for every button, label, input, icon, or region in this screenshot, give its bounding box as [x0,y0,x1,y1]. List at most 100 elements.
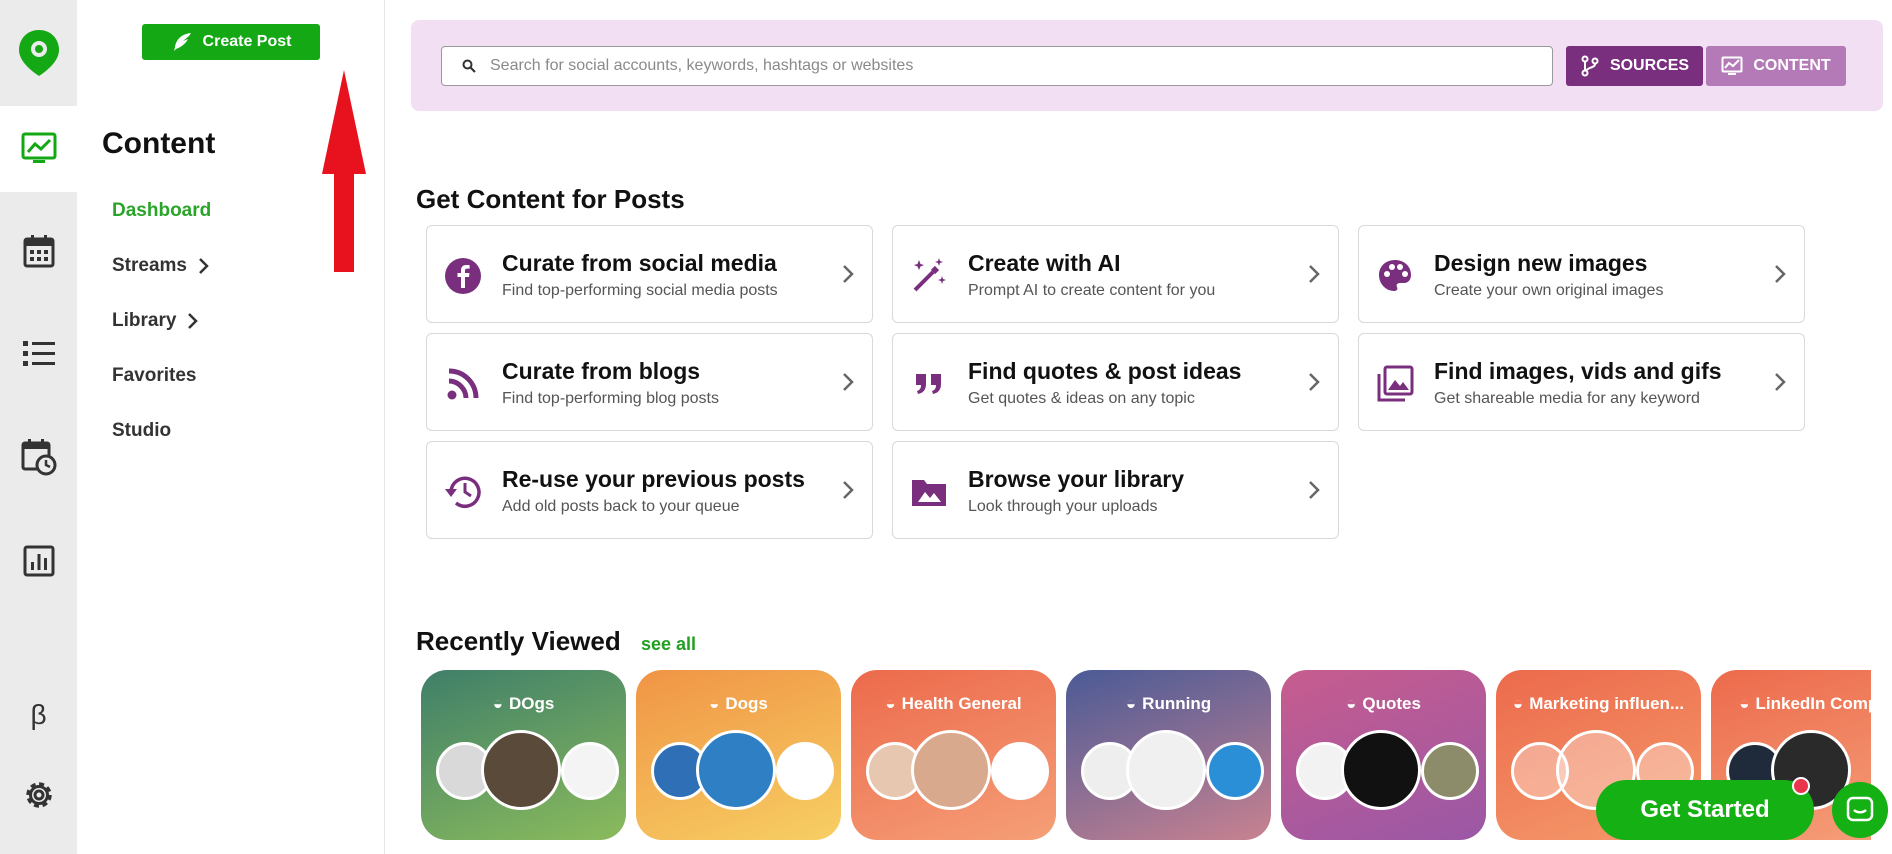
list-icon [22,341,55,366]
card-curate-blogs[interactable]: Curate from blogs Find top-performing bl… [426,333,873,431]
tile-label: Dogs [725,694,768,713]
card-title: Curate from blogs [502,358,701,384]
nav-item-studio[interactable]: Studio [112,420,171,442]
stream-icon: ◒ [1125,694,1137,713]
chevron-right-icon [843,373,854,391]
stream-icon: ◒ [709,694,720,713]
rail-analytics[interactable] [0,518,77,604]
history-icon [443,472,483,512]
avatar [911,730,991,810]
search-box[interactable] [441,46,1553,86]
branch-icon [1581,55,1599,77]
card-subtitle: Find top-performing social media posts [502,282,778,299]
get-started-button[interactable]: Get Started [1596,780,1814,840]
avatar [776,742,834,800]
rail-content[interactable] [0,106,77,192]
gear-icon [25,782,52,808]
recent-tile[interactable]: ◒ Health General [851,670,1056,840]
avatar [991,742,1049,800]
calendar-icon [23,235,54,268]
search-icon [462,59,476,73]
tile-label: DOgs [508,694,555,713]
recent-tile[interactable]: ◒ DOgs [421,670,626,840]
chevron-right-icon [1309,265,1320,283]
stream-icon: ◒ [1346,694,1357,713]
avatar [1206,742,1264,800]
rail-list[interactable] [0,311,77,397]
chevron-right-icon [1775,373,1786,391]
chevron-right-icon [1309,373,1320,391]
palette-icon [1375,256,1415,296]
card-browse-library[interactable]: Browse your library Look through your up… [892,441,1339,539]
card-subtitle: Find top-performing blog posts [502,390,719,407]
rail-calendar[interactable] [0,208,77,294]
chat-icon [1846,796,1874,822]
red-arrow-annotation [322,70,366,272]
facebook-icon [443,256,483,296]
avatar [1341,730,1421,810]
card-subtitle: Get quotes & ideas on any topic [968,390,1195,407]
rail-settings[interactable] [0,752,77,838]
chat-button[interactable] [1832,782,1888,838]
avatar [481,730,561,810]
images-icon [1375,364,1415,404]
card-title: Find quotes & post ideas [968,358,1242,384]
card-title: Design new images [1434,250,1648,276]
sources-button[interactable]: SOURCES [1566,46,1703,86]
card-title: Curate from social media [502,250,777,276]
card-title: Create with AI [968,250,1121,276]
tile-label: Marketing influen... [1529,694,1685,713]
rss-icon [443,364,483,404]
avatar [1126,730,1206,810]
get-content-heading: Get Content for Posts [416,184,685,214]
chevron-right-icon [1309,481,1320,499]
stream-icon: ◒ [885,694,896,713]
bar-chart-icon [23,545,54,577]
tile-label: LinkedIn Compe [1755,694,1871,713]
content-chart-icon [1721,56,1743,75]
card-create-ai[interactable]: Create with AI Prompt AI to create conte… [892,225,1339,323]
create-post-button[interactable]: Create Post [142,24,320,60]
nav-item-label: Dashboard [112,200,212,221]
stream-icon: ◒ [1512,694,1524,713]
nav-item-favorites[interactable]: Favorites [112,365,196,387]
stream-icon: ◒ [1739,694,1750,713]
card-subtitle: Look through your uploads [968,498,1158,515]
card-reuse-posts[interactable]: Re-use your previous posts Add old posts… [426,441,873,539]
recent-tile[interactable]: ◒ Quotes [1281,670,1486,840]
folder-image-icon [909,472,949,512]
nav-item-streams[interactable]: Streams [112,255,209,277]
card-find-quotes[interactable]: Find quotes & post ideas Get quotes & id… [892,333,1339,431]
nav-item-label: Streams [112,255,187,276]
recently-viewed-heading: Recently Viewed [416,626,621,656]
rail-scheduled[interactable] [0,414,77,500]
avatar [1421,742,1479,800]
nav-item-dashboard[interactable]: Dashboard [112,200,211,222]
nav-item-library[interactable]: Library [112,310,199,332]
tile-label: Health General [901,694,1022,713]
search-input[interactable] [490,57,1530,75]
chevron-right-icon [843,265,854,283]
content-button[interactable]: CONTENT [1706,46,1846,86]
recent-tile[interactable]: ◒ Dogs [636,670,841,840]
nav-item-label: Studio [112,420,172,441]
search-panel: SOURCES CONTENT [411,20,1883,111]
main-content: SOURCES CONTENT Get Content for Posts Cu… [385,0,1892,854]
quote-icon [909,364,949,404]
content-chart-icon [21,132,56,163]
card-title: Browse your library [968,466,1185,492]
card-curate-social[interactable]: Curate from social media Find top-perfor… [426,225,873,323]
icon-rail: β [0,0,77,854]
sources-label: SOURCES [1609,57,1690,74]
stream-icon: ◒ [492,694,503,713]
nav-item-label: Library [112,310,177,331]
rail-beta[interactable]: β [0,672,77,758]
card-find-media[interactable]: Find images, vids and gifs Get shareable… [1358,333,1805,431]
recent-tile[interactable]: ◒ Running [1066,670,1271,840]
card-design-images[interactable]: Design new images Create your own origin… [1358,225,1805,323]
nav-title: Content [102,127,216,160]
magic-wand-icon [909,256,949,296]
card-title: Find images, vids and gifs [1434,358,1722,384]
logo[interactable] [0,0,77,105]
see-all-link[interactable]: see all [641,634,696,655]
